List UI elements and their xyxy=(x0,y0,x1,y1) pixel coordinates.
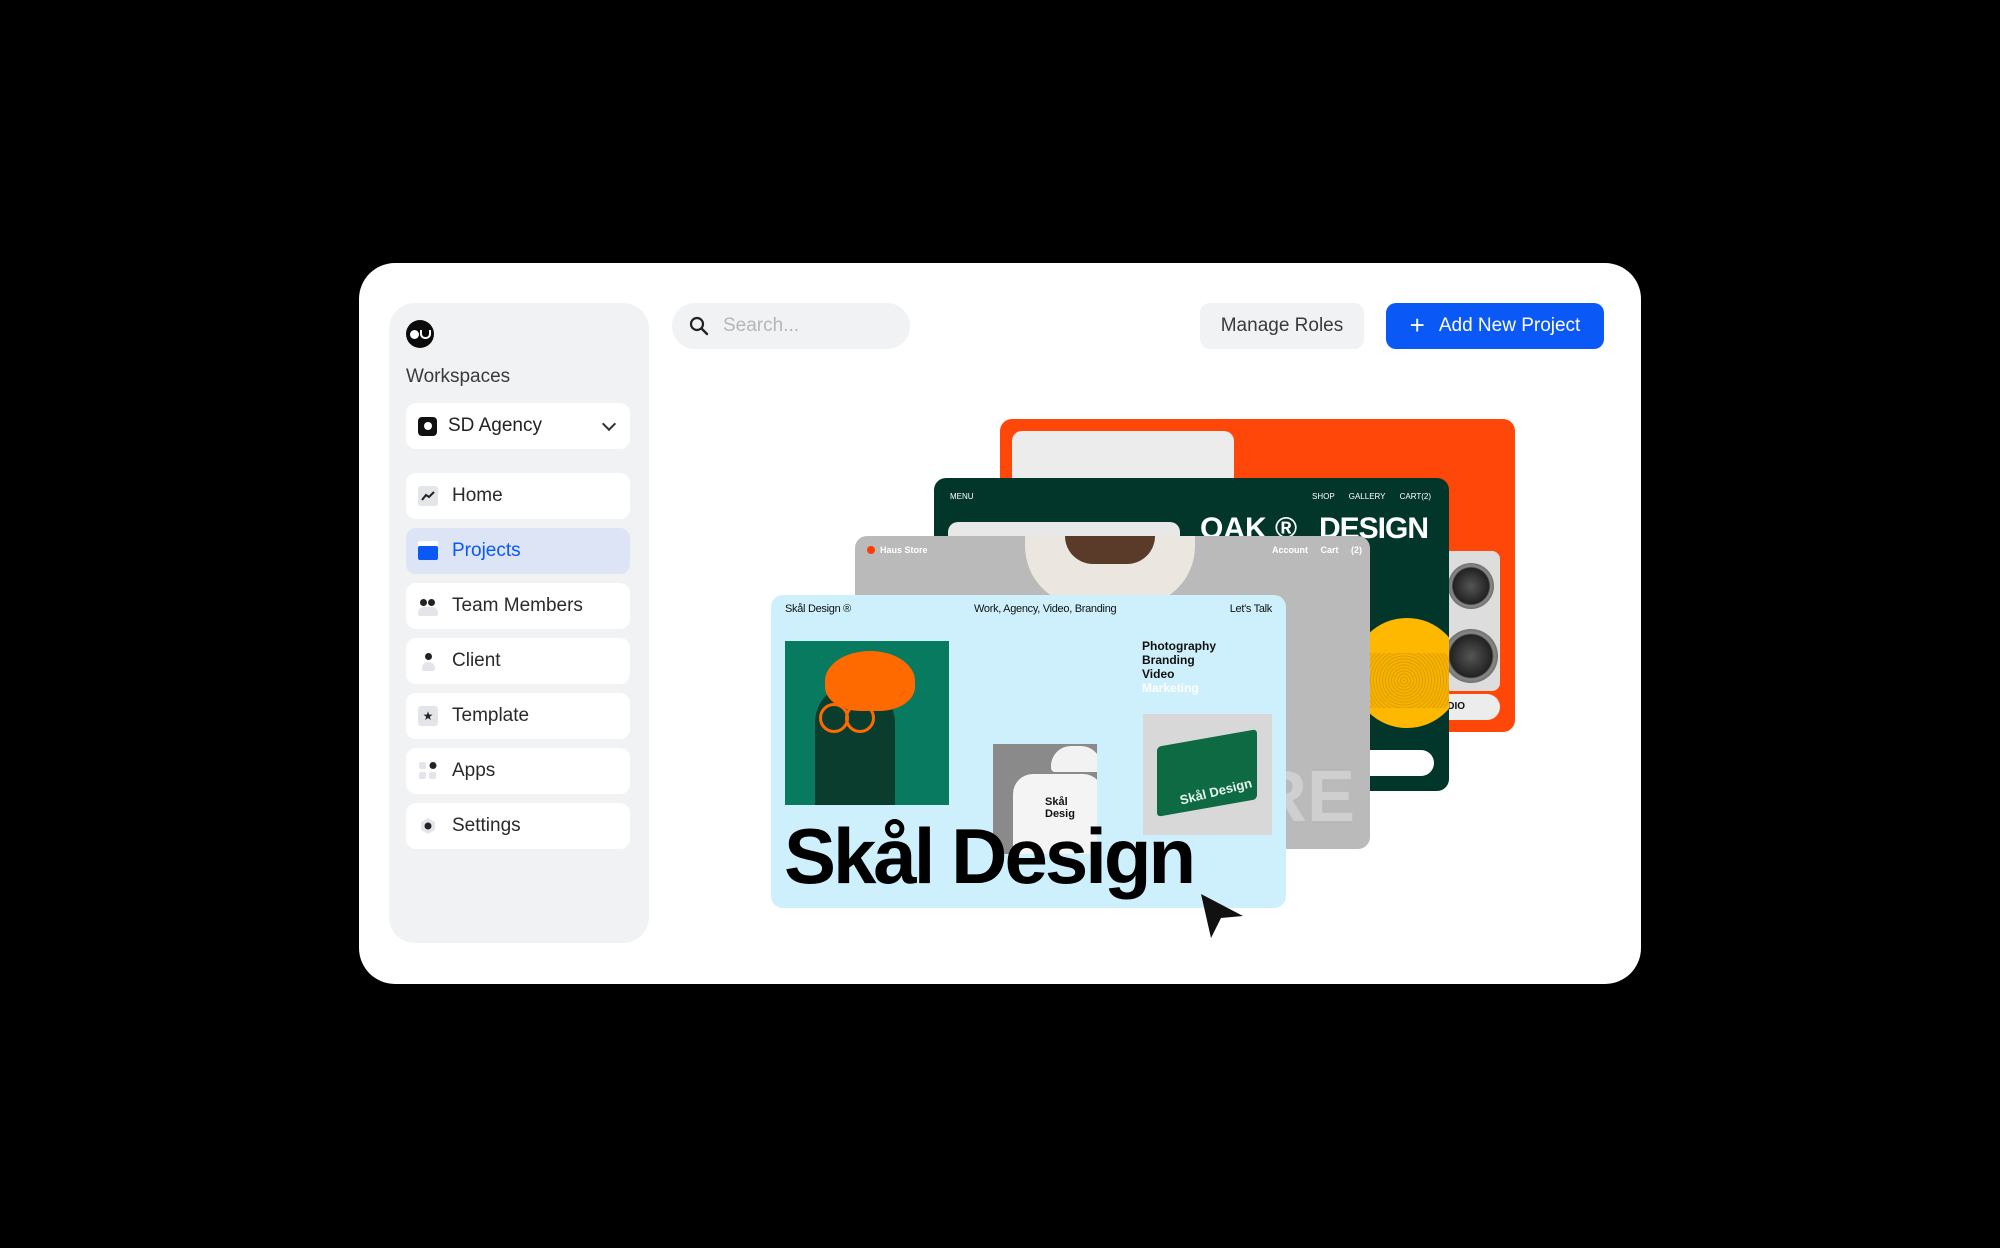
skal-hero-title: Skål Design xyxy=(784,812,1196,900)
search-bar[interactable] xyxy=(672,303,910,349)
portrait-image xyxy=(785,641,949,805)
services-list: Photography Branding Video Marketing xyxy=(1142,639,1216,695)
service-item: Branding xyxy=(1142,653,1195,667)
sidebar-item-apps[interactable]: Apps xyxy=(406,748,630,794)
haus-nav: Account Cart (2) xyxy=(1271,545,1362,555)
workspace-icon xyxy=(418,416,437,436)
haus-brand-label: Haus Store xyxy=(880,545,928,555)
cursor-icon xyxy=(1201,894,1243,938)
sidebar-item-template[interactable]: ★ Template xyxy=(406,693,630,739)
workspace-name: SD Agency xyxy=(448,415,542,436)
brand-dot-icon xyxy=(867,546,875,554)
chart-line-icon xyxy=(418,486,438,506)
add-new-project-label: Add New Project xyxy=(1438,315,1581,336)
sidebar-item-settings[interactable]: Settings xyxy=(406,803,630,849)
sidebar-item-team-members[interactable]: Team Members xyxy=(406,583,630,629)
sidebar-item-label: Home xyxy=(452,485,503,506)
skal-cta: Let's Talk xyxy=(1229,603,1273,615)
sidebar-item-label: Apps xyxy=(452,760,496,781)
workspaces-label: Workspaces xyxy=(406,366,511,387)
service-item-highlight: Marketing xyxy=(1142,681,1199,695)
star-icon: ★ xyxy=(418,706,438,726)
user-icon xyxy=(418,651,438,671)
oak-nav: SHOP GALLERY CART(2) xyxy=(1312,492,1431,501)
sidebar: Workspaces SD Agency Home Projects Team … xyxy=(389,303,649,943)
skal-brand: Skål Design ® xyxy=(785,603,851,615)
sidebar-item-home[interactable]: Home xyxy=(406,473,630,519)
add-new-project-button[interactable]: + Add New Project xyxy=(1386,303,1604,349)
manage-roles-label: Manage Roles xyxy=(1220,315,1344,336)
project-card-skal-design[interactable]: Skål Design ® Work, Agency, Video, Brand… xyxy=(771,595,1286,908)
plus-icon: + xyxy=(1409,309,1425,340)
service-item: Photography xyxy=(1142,639,1216,653)
sidebar-item-label: Template xyxy=(452,705,530,726)
radio-grill xyxy=(1359,653,1449,708)
sidebar-item-label: Client xyxy=(452,650,501,671)
speaker-image xyxy=(1440,551,1500,691)
sidebar-nav: Home Projects Team Members Client ★ Temp… xyxy=(406,473,630,858)
workspace-select[interactable]: SD Agency xyxy=(406,403,630,449)
oak-menu: MENU xyxy=(950,492,974,501)
sidebar-item-label: Projects xyxy=(452,540,521,561)
service-item: Video xyxy=(1142,667,1175,681)
skal-nav: Work, Agency, Video, Branding xyxy=(974,603,1117,615)
folder-icon xyxy=(418,541,438,561)
model-neck xyxy=(1065,536,1155,564)
sidebar-item-label: Team Members xyxy=(452,595,583,616)
haus-brand: Haus Store xyxy=(867,545,928,555)
search-icon xyxy=(689,316,709,336)
chevron-down-icon xyxy=(601,416,617,431)
team-icon xyxy=(418,596,438,616)
sidebar-item-label: Settings xyxy=(452,815,521,836)
manage-roles-button[interactable]: Manage Roles xyxy=(1200,303,1364,349)
search-input[interactable] xyxy=(721,314,895,338)
gear-icon xyxy=(418,816,438,836)
sidebar-item-client[interactable]: Client xyxy=(406,638,630,684)
sidebar-item-projects[interactable]: Projects xyxy=(406,528,630,574)
ou-logo-icon[interactable] xyxy=(406,320,434,348)
apps-icon xyxy=(418,761,438,781)
